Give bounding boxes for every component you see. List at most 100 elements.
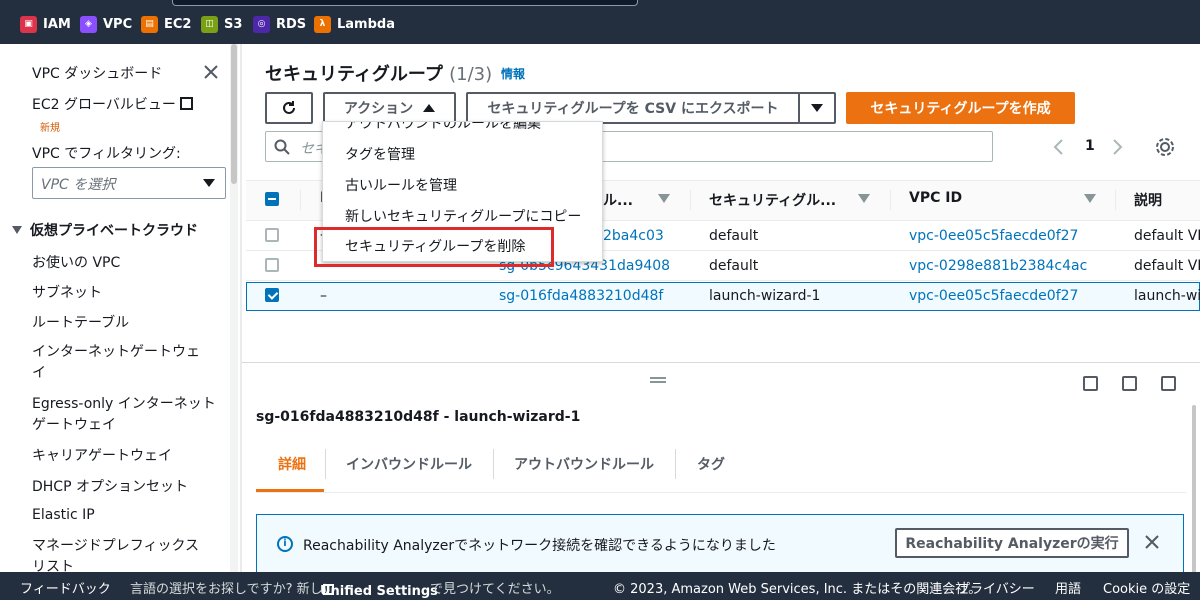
expand-triangle-icon <box>12 226 22 234</box>
nav-ec2-global-view[interactable]: EC2 グローバルビュー <box>32 94 193 114</box>
close-icon[interactable] <box>201 62 221 82</box>
nav-section-vpc[interactable]: 仮想プライベートクラウド <box>12 220 198 240</box>
cell-sg-id[interactable]: 2ba4c03 <box>603 228 664 244</box>
vpc-filter-select[interactable]: VPC を選択 <box>32 167 226 199</box>
detail-scrollbar[interactable] <box>1192 405 1196 573</box>
refresh-button[interactable] <box>265 92 313 124</box>
tab-inbound-rules[interactable]: インバウンドルール <box>346 454 472 474</box>
footer: フィードバック 言語の選択をお探しですか? 新しい Unified Settin… <box>0 572 1200 600</box>
chevron-right-icon[interactable] <box>1112 138 1124 156</box>
tab-divider <box>675 449 676 479</box>
cell-name: – <box>320 288 327 304</box>
panel-hide-icon[interactable] <box>1161 376 1176 391</box>
info-link[interactable]: 情報 <box>501 65 525 82</box>
menu-item-manage-tags[interactable]: タグを管理 <box>345 144 415 164</box>
iam-icon: ▣ <box>20 15 37 33</box>
rds-icon: ◎ <box>253 15 270 33</box>
external-link-icon <box>323 584 334 595</box>
select-all-checkbox[interactable] <box>265 192 279 206</box>
service-shortcut-iam[interactable]: ▣ IAM <box>20 14 71 34</box>
column-header-sg-id[interactable]: ル... <box>603 190 633 210</box>
column-header-vpc-id[interactable]: VPC ID <box>909 190 962 206</box>
vpc-filter-label: VPC でフィルタリング: <box>32 146 181 162</box>
column-header-description[interactable]: 説明 <box>1134 190 1162 210</box>
cell-sg-id[interactable]: sg-016fda4883210d48f <box>499 288 663 304</box>
cell-sg-name: launch-wizard-1 <box>709 288 821 304</box>
resize-handle-icon[interactable] <box>650 377 666 383</box>
language-hint: 言語の選択をお探しですか? 新しい <box>130 582 336 597</box>
gear-icon[interactable] <box>1154 136 1176 158</box>
global-search-box[interactable] <box>172 0 638 6</box>
panel-side-icon[interactable] <box>1122 376 1137 391</box>
info-alert: i Reachability Analyzerでネットワーク接続を確認できるよう… <box>256 514 1184 574</box>
column-divider <box>300 190 301 210</box>
service-shortcut-vpc[interactable]: ◈ VPC <box>80 14 132 34</box>
export-csv-button[interactable]: セキュリティグループを CSV にエクスポート <box>466 92 800 124</box>
row-checkbox-checked[interactable] <box>265 288 279 302</box>
menu-item-edit-outbound-rules[interactable]: アウトバウンドのルールを編集 <box>345 122 541 133</box>
column-divider <box>890 190 891 210</box>
run-reachability-analyzer-button[interactable]: Reachability Analyzerの実行 <box>895 528 1129 558</box>
service-shortcut-lambda[interactable]: λ Lambda <box>314 14 395 34</box>
actions-dropdown-button[interactable]: アクション <box>323 92 456 124</box>
detail-title: sg-016fda4883210d48f - launch-wizard-1 <box>256 409 581 425</box>
service-shortcut-ec2[interactable]: ▤ EC2 <box>141 14 191 34</box>
nav-your-vpcs[interactable]: お使いの VPC <box>32 252 120 272</box>
cell-description: default VI <box>1134 228 1200 244</box>
sort-icon[interactable] <box>1084 194 1096 203</box>
cell-vpc-id[interactable]: vpc-0ee05c5faecde0f27 <box>909 228 1078 244</box>
lambda-icon: λ <box>314 15 331 33</box>
menu-item-copy-to-new-group[interactable]: 新しいセキュリティグループにコピー <box>345 206 581 226</box>
cell-sg-name: default <box>709 228 759 244</box>
refresh-icon <box>283 101 295 114</box>
nav-carrier-gateways[interactable]: キャリアゲートウェイ <box>32 445 172 465</box>
language-hint-suffix: で見つけてください。 <box>430 582 560 597</box>
close-icon[interactable] <box>1143 533 1161 551</box>
sidebar-divider <box>240 44 242 572</box>
row-checkbox[interactable] <box>265 258 279 272</box>
column-header-sg-name[interactable]: セキュリティグル... <box>709 190 836 210</box>
nav-elastic-ip[interactable]: Elastic IP <box>32 507 95 523</box>
nav-dhcp-option-sets[interactable]: DHCP オプションセット <box>32 476 188 496</box>
cookie-settings-link[interactable]: Cookie の設定 <box>1103 578 1190 597</box>
column-divider <box>690 190 691 210</box>
cell-description: launch-wi <box>1134 288 1200 304</box>
copyright: © 2023, Amazon Web Services, Inc. またはその関… <box>613 582 982 597</box>
tab-divider <box>325 449 326 479</box>
info-icon: i <box>277 536 293 552</box>
sort-icon[interactable] <box>858 194 870 203</box>
sidebar-scrollbar[interactable] <box>230 44 238 572</box>
feedback-link[interactable]: フィードバック <box>20 578 111 597</box>
tab-details[interactable]: 詳細 <box>278 454 306 474</box>
export-options-dropdown[interactable] <box>798 92 836 124</box>
sort-icon[interactable] <box>658 194 670 203</box>
current-page[interactable]: 1 <box>1085 138 1095 154</box>
tab-tags[interactable]: タグ <box>697 454 725 474</box>
cell-vpc-id[interactable]: vpc-0ee05c5faecde0f27 <box>909 288 1078 304</box>
tab-outbound-rules[interactable]: アウトバウンドルール <box>514 454 654 474</box>
service-shortcut-rds[interactable]: ◎ RDS <box>253 14 306 34</box>
cell-sg-name: default <box>709 258 759 274</box>
chevron-left-icon[interactable] <box>1052 138 1064 156</box>
menu-item-manage-stale-rules[interactable]: 古いルールを管理 <box>345 175 457 195</box>
row-checkbox[interactable] <box>265 228 279 242</box>
terms-link[interactable]: 用語 <box>1055 578 1081 597</box>
search-icon <box>274 139 290 155</box>
nav-egress-only-gateways[interactable]: Egress-only インターネット ゲートウェイ <box>32 394 216 436</box>
cell-vpc-id[interactable]: vpc-0298e881b2384c4ac <box>909 258 1087 274</box>
create-security-group-button[interactable]: セキュリティグループを作成 <box>846 92 1075 124</box>
nav-vpc-dashboard[interactable]: VPC ダッシュボード <box>32 63 162 83</box>
cell-description: default VI <box>1134 258 1200 274</box>
new-badge: 新規 <box>40 123 60 134</box>
nav-internet-gateways[interactable]: インターネットゲートウェ イ <box>32 342 200 384</box>
nav-subnets[interactable]: サブネット <box>32 282 102 302</box>
caret-down-icon <box>203 179 215 187</box>
split-panel-divider <box>242 362 1200 363</box>
service-shortcut-s3[interactable]: ◫ S3 <box>201 14 242 34</box>
privacy-link[interactable]: プライバシー <box>957 578 1035 597</box>
nav-route-tables[interactable]: ルートテーブル <box>32 312 129 332</box>
scrollbar-thumb[interactable] <box>231 44 237 184</box>
panel-bottom-icon[interactable] <box>1083 376 1098 391</box>
ec2-icon: ▤ <box>141 15 158 33</box>
column-divider <box>1115 190 1116 210</box>
